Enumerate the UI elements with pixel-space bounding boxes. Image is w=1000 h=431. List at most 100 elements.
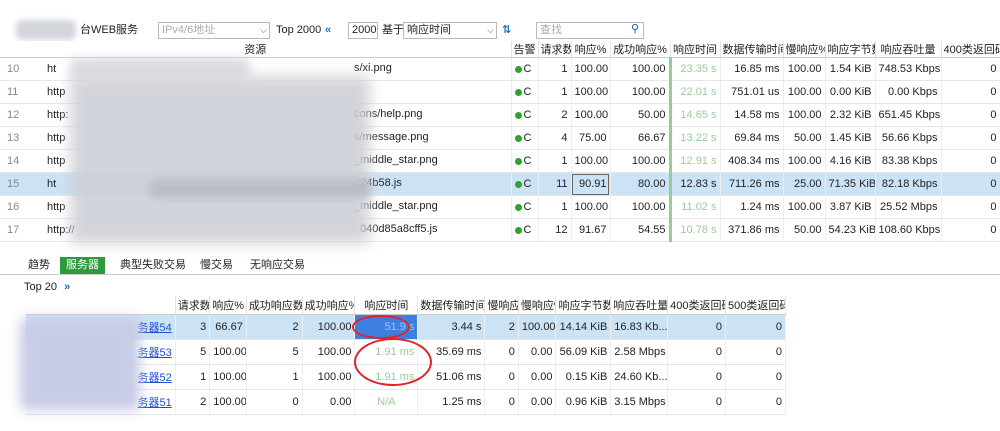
throughput-cell: 25.52 Mbps	[875, 195, 942, 219]
col-header[interactable]: 资源	[0, 41, 512, 58]
resource-suffix: 040d85a8cff5.js	[360, 223, 438, 235]
bytes-cell: 3.87 KiB	[825, 195, 876, 219]
col-header[interactable]: 成功响应数	[246, 296, 303, 315]
success-pct-cell: 80.00	[610, 172, 671, 196]
slow-count-cell: 0	[484, 339, 519, 365]
ip-placeholder: IPv4/6地址	[162, 24, 216, 36]
requests-cell: 3	[175, 314, 211, 340]
table-header: 请求数 响应% 成功响应数 成功响应% 响应时间 数据传输时间 慢响应 慢响应%…	[26, 296, 786, 315]
row-index: 16	[7, 201, 20, 213]
slow-pct-cell: 0.00	[518, 389, 557, 415]
server-link[interactable]: 务器52	[138, 372, 172, 384]
status-dot-icon	[514, 226, 522, 234]
col-header[interactable]: 慢响应%	[783, 41, 826, 58]
bytes-cell: 56.09 KiB	[555, 339, 612, 365]
transfer-time-cell: 408.34 ms	[720, 149, 784, 173]
col-header[interactable]: 慢响应%	[518, 296, 557, 315]
col-header[interactable]: 成功响应%	[610, 41, 671, 58]
col-header[interactable]: 响应%	[571, 41, 611, 58]
tab-trend[interactable]: 趋势	[22, 257, 56, 274]
response-time-cell: 10.78 s	[668, 218, 721, 242]
row-index: 17	[7, 224, 20, 236]
alarm-text: C	[523, 201, 532, 213]
requests-cell: 1	[538, 195, 572, 219]
col-header[interactable]: 成功响应%	[302, 296, 356, 315]
tab-server[interactable]: 服务器	[60, 257, 105, 274]
row-index: 15	[7, 178, 20, 190]
basis-label: 基于	[382, 24, 404, 36]
bytes-cell: 2.32 KiB	[825, 103, 876, 127]
transfer-time-cell: 14.58 ms	[720, 103, 784, 127]
alarm-text: C	[523, 155, 532, 167]
server-link[interactable]: 务器51	[138, 397, 172, 409]
code500-cell: 0	[725, 364, 786, 390]
search-icon[interactable]: ⚲	[631, 22, 639, 37]
transfer-time-cell: 1.25 ms	[417, 389, 486, 415]
server-link[interactable]: 务器54	[138, 322, 172, 334]
success-count-cell: 5	[246, 339, 303, 365]
resource-prefix: ht	[47, 63, 57, 75]
bytes-cell: 0.15 KiB	[555, 364, 612, 390]
response-pct-cell: 100.00	[209, 339, 247, 365]
col-header[interactable]: 请求数	[175, 296, 211, 315]
slow-count-cell: 2	[484, 314, 519, 340]
row-index: 13	[7, 132, 20, 144]
col-header[interactable]: 响应字节数	[825, 41, 876, 58]
slow-pct-cell: 100.00	[783, 103, 826, 127]
col-header[interactable]: 响应时间	[670, 41, 721, 58]
redacted-block	[20, 318, 140, 410]
transfer-time-cell: 1.24 ms	[720, 195, 784, 219]
bytes-cell: 0.96 KiB	[555, 389, 612, 415]
resource-prefix: http	[47, 155, 66, 167]
col-header[interactable]: 500类返回码	[725, 296, 786, 315]
col-header[interactable]: 响应吞吐量	[875, 41, 942, 58]
ip-filter-select[interactable]: IPv4/6地址 ⌵	[158, 22, 270, 39]
alarm-text: C	[523, 132, 532, 144]
requests-cell: 11	[538, 172, 572, 196]
col-header[interactable]: 响应字节数	[555, 296, 612, 315]
success-pct-cell: 66.67	[610, 126, 671, 150]
top-label[interactable]: Top 20	[24, 281, 57, 293]
topn-label[interactable]: Top 2000	[276, 23, 321, 38]
sort-field-select[interactable]: 响应时间 ⌵	[403, 22, 497, 39]
code400-cell: 0	[667, 339, 727, 365]
server-link[interactable]: 务器53	[138, 347, 172, 359]
col-header[interactable]: 响应%	[209, 296, 247, 315]
tab-no-response[interactable]: 无响应交易	[244, 257, 311, 274]
col-header[interactable]: 数据传输时间	[720, 41, 784, 58]
alarm-cell: C	[511, 172, 539, 196]
redacted-block	[16, 20, 76, 40]
col-header[interactable]: 告警	[511, 41, 539, 58]
col-header[interactable]: 慢响应	[484, 296, 519, 315]
scope-label[interactable]: 台WEB服务	[80, 23, 138, 38]
toolbar: 台WEB服务 IPv4/6地址 ⌵ Top 2000 « 2000 基于 响应时…	[0, 0, 1000, 40]
col-header[interactable]: 请求数	[538, 41, 572, 58]
rewind-icon[interactable]: «	[325, 23, 331, 38]
sort-order-icon[interactable]: ⇅	[502, 23, 511, 38]
col-header[interactable]: 数据传输时间	[417, 296, 486, 315]
slow-pct-cell: 100.00	[783, 195, 826, 219]
redacted-block	[70, 76, 370, 244]
tab-slow-transactions[interactable]: 慢交易	[194, 257, 239, 274]
row-index: 10	[7, 63, 20, 75]
requests-cell: 1	[538, 149, 572, 173]
sort-field-value: 响应时间	[407, 24, 451, 36]
count-field[interactable]: 2000	[348, 22, 378, 39]
col-header[interactable]: 400类返回码	[941, 41, 1000, 58]
bytes-cell: 0.00 KiB	[825, 80, 876, 104]
transfer-time-cell: 751.01 us	[720, 80, 784, 104]
more-icon[interactable]: »	[64, 281, 70, 293]
alarm-text: C	[523, 63, 532, 75]
code400-cell: 0	[941, 57, 1000, 81]
throughput-cell: 2.58 Mbps	[610, 339, 669, 365]
search-input[interactable]: 查找 ⚲	[536, 22, 644, 39]
code400-cell: 0	[941, 195, 1000, 219]
slow-pct-cell: 25.00	[783, 172, 826, 196]
col-header	[26, 296, 176, 315]
tab-typical-failures[interactable]: 典型失败交易	[114, 257, 192, 274]
col-header[interactable]: 400类返回码	[667, 296, 727, 315]
response-pct-cell: 100.00	[571, 195, 611, 219]
row-index: 11	[7, 86, 19, 98]
col-header[interactable]: 响应吞吐量	[610, 296, 669, 315]
requests-cell: 1	[538, 80, 572, 104]
